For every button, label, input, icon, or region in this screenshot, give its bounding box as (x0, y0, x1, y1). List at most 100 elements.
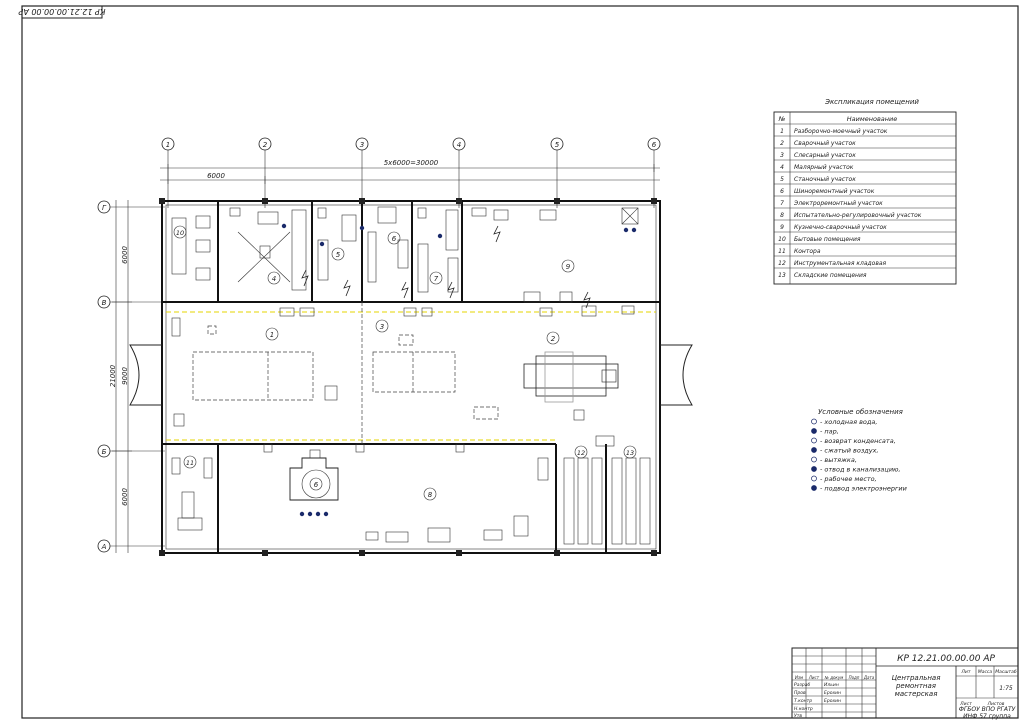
explication-row-no: 1 (780, 128, 784, 135)
room-6b-label: 6 (392, 235, 397, 243)
explication-row-no: 6 (780, 188, 784, 195)
explication-row-no: 12 (778, 260, 786, 267)
room-4-label: 4 (272, 275, 276, 283)
explication-header-name: Наименование (847, 115, 898, 123)
axis-A-label: А (101, 543, 107, 551)
room-10-label: 10 (176, 229, 184, 237)
title-block: КР 12.21.00.00.00 АР Центральная ремонтн… (791, 647, 1019, 720)
legend-symbol-icon (811, 418, 817, 425)
explication-row-no: 10 (778, 236, 786, 243)
explication-row-no: 7 (780, 200, 784, 207)
title-block-role: Н.контр (794, 706, 813, 712)
room-12-label: 12 (577, 449, 585, 457)
title-block-role: Т.контр (794, 698, 812, 704)
title-block-person: Ильин (824, 682, 839, 688)
room-2-label: 2 (551, 335, 556, 343)
top-dimensions: 6000 5х6000=30000 (160, 159, 660, 184)
dim-total-span: 5х6000=30000 (384, 159, 439, 167)
explication-row-name: Кузнечно-сварочный участок (794, 224, 887, 231)
dim-left-top: 6000 (121, 246, 129, 264)
title-name-2: ремонтная (895, 682, 936, 690)
legend-item: - вытяжка, (820, 456, 857, 464)
room-9-label: 9 (566, 263, 571, 271)
explication-row-no: 5 (780, 176, 784, 183)
left-dimensions: 6000 9000 21000 6000 (109, 200, 132, 553)
explication-row-name: Складские помещения (794, 272, 867, 279)
explication-row-no: 4 (780, 164, 784, 171)
axis-B-label: Б (102, 448, 107, 456)
explication-row-name: Станочный участок (794, 176, 856, 183)
axis-4-label: 4 (457, 141, 461, 149)
title-block-role: Разраб (794, 682, 810, 688)
legend-symbol-icon (811, 437, 817, 444)
legend-symbol-icon (811, 447, 817, 453)
stamp-top: КР 12.21.00.00.00 АР (18, 7, 105, 16)
explication-row-name: Шиноремонтный участок (794, 188, 875, 195)
legend-symbol-icon (811, 466, 817, 472)
explication-row-name: Разборочно-моечный участок (794, 128, 888, 135)
title-block-code: КР 12.21.00.00.00 АР (897, 654, 995, 664)
explication-row-name: Бытовые помещения (794, 236, 861, 243)
dim-first-span: 6000 (207, 172, 225, 180)
room-markers: 1 2 3 4 5 6 7 8 9 10 11 12 13 6 (173, 225, 637, 501)
explication-row-no: 8 (780, 212, 784, 219)
title-scale-value: 1:75 (999, 685, 1013, 692)
legend-symbol-icon (811, 475, 817, 482)
title-name-3: мастерская (895, 690, 938, 698)
axis-V-label: В (102, 299, 107, 307)
room-1-label: 1 (270, 331, 274, 339)
explication-row-name: Слесарный участок (794, 152, 856, 159)
room-3-label: 3 (380, 323, 384, 331)
explication-row-name: Контора (794, 248, 821, 255)
explication-row-name: Инструментальная кладовая (794, 260, 887, 267)
axis-3-label: 3 (360, 141, 364, 149)
legend-symbol-icon (811, 485, 817, 491)
legend-item: - отвод в канализацию, (820, 466, 901, 474)
title-scale: Масштаб (995, 669, 1017, 675)
dim-left-total: 21000 (109, 364, 117, 387)
room-8-label: 8 (428, 491, 433, 499)
axis-6-marker: 6 (647, 137, 661, 208)
axes-top: 1 2 3 4 5 6 (161, 137, 661, 208)
title-block-person: Ерохин (824, 690, 841, 696)
building-plan (129, 198, 693, 556)
axis-5-label: 5 (555, 141, 560, 149)
axis-5-marker: 5 (550, 137, 564, 208)
axis-4-marker: 4 (452, 137, 466, 208)
axis-A-marker: А (97, 539, 165, 553)
title-block-header: Подп (849, 675, 860, 680)
room-6-label: 6 (314, 481, 319, 489)
legend: Условные обозначения - холодная вода, - п… (811, 408, 907, 493)
explication-row-name: Малярный участок (794, 164, 854, 171)
axis-1-label: 1 (166, 141, 170, 149)
title-name-1: Центральная (892, 674, 941, 682)
title-block-header: Лист (808, 675, 820, 680)
drawing-sheet: КР 12.21.00.00.00 АР 1 2 3 4 5 6 6000 5х… (18, 5, 1019, 720)
title-org-1: ФГБОУ ВПО РГАТУ (959, 706, 1016, 713)
dim-left-mid: 9000 (121, 367, 129, 385)
axis-G-marker: Г (97, 200, 165, 214)
room-11-label: 11 (186, 459, 194, 467)
axis-6-label: 6 (652, 141, 657, 149)
axis-2-label: 2 (263, 141, 268, 149)
title-block-role: Утв (794, 713, 802, 719)
title-mass: Масса (978, 669, 993, 675)
explication-row-no: 3 (780, 152, 784, 159)
title-lit: Лит (961, 669, 971, 675)
axis-G-label: Г (102, 204, 107, 212)
legend-symbol-icon (811, 456, 817, 463)
legend-symbol-icon (811, 428, 817, 434)
explication-row-no: 11 (778, 248, 786, 255)
legend-item: - рабочее место, (820, 475, 877, 483)
room-7-label: 7 (434, 275, 439, 283)
sheet-frame (21, 5, 1019, 719)
explication-row-name: Электроремонтный участок (793, 200, 883, 207)
legend-item: - сжатый воздух, (820, 447, 879, 455)
explication-row-no: 2 (780, 140, 784, 147)
title-block-header: Дата (863, 675, 875, 680)
legend-item: - пар, (820, 428, 839, 436)
explication-header-no: № (778, 115, 786, 123)
title-block-role: Пров (794, 690, 806, 696)
title-block-header: № докум (824, 675, 843, 680)
legend-title: Условные обозначения (818, 408, 903, 416)
